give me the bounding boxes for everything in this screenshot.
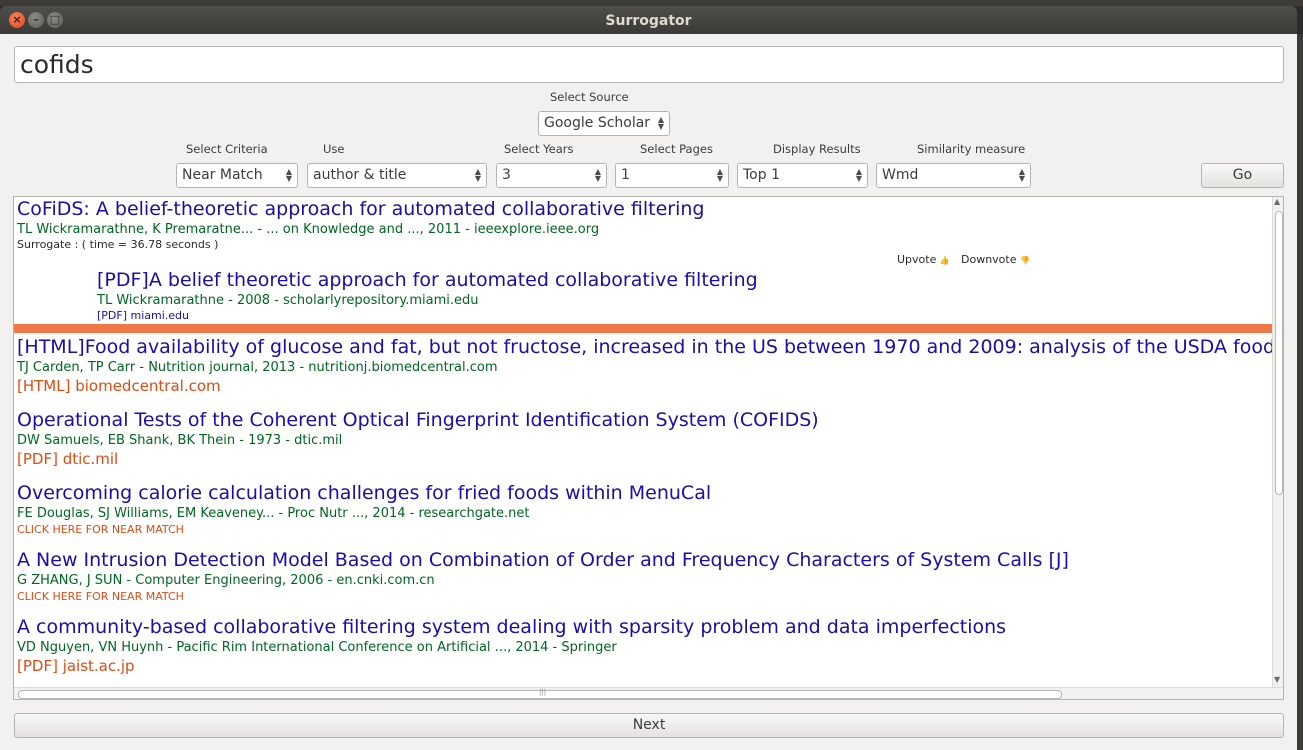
downvote-label: Downvote: [961, 253, 1017, 266]
match-title[interactable]: [PDF]A belief theoretic approach for aut…: [97, 269, 758, 291]
pages-select-value: 1: [621, 167, 630, 183]
near-match-link[interactable]: CLICK HERE FOR NEAR MATCH: [17, 523, 184, 536]
source-select-value: Google Scholar: [544, 115, 651, 131]
spin-arrows-icon: ▲ ▼: [657, 115, 664, 131]
spin-arrows-icon: ▲ ▼: [594, 167, 601, 183]
downvote-button[interactable]: Downvote 👎: [961, 253, 1030, 266]
vertical-scrollbar[interactable]: ▲ ▼: [1272, 197, 1283, 687]
similarity-select-value: Wmd: [882, 167, 919, 183]
years-label: Select Years: [504, 142, 574, 156]
result-title[interactable]: [HTML]Food availability of glucose and f…: [17, 336, 1275, 358]
next-button[interactable]: Next: [14, 713, 1284, 738]
scroll-down-icon[interactable]: ▼: [1274, 675, 1280, 684]
desktop-right-edge: [1297, 34, 1303, 750]
go-button[interactable]: Go: [1201, 163, 1284, 188]
match-meta: TL Wickramarathne - 2008 - scholarlyrepo…: [97, 293, 479, 308]
use-label: Use: [323, 142, 345, 156]
upvote-button[interactable]: Upvote 👍: [897, 253, 950, 266]
result-title[interactable]: A New Intrusion Detection Model Based on…: [17, 549, 1069, 571]
vertical-scroll-thumb[interactable]: [1275, 211, 1283, 495]
use-select[interactable]: author & title ▲ ▼: [307, 163, 487, 188]
spin-arrows-icon: ▲ ▼: [285, 167, 292, 183]
criteria-select[interactable]: Near Match ▲ ▼: [176, 163, 298, 188]
grip-icon: |||: [539, 688, 547, 696]
thumbs-down-icon: 👎: [1020, 256, 1030, 265]
result-title[interactable]: Overcoming calorie calculation challenge…: [17, 482, 711, 504]
search-input[interactable]: cofids: [14, 46, 1284, 83]
spin-arrows-icon: ▲ ▼: [855, 167, 862, 183]
results-panel[interactable]: CoFiDS: A belief-theoretic approach for …: [13, 196, 1284, 700]
result-meta: G ZHANG, J SUN - Computer Engineering, 2…: [17, 573, 435, 588]
spin-arrows-icon: ▲ ▼: [474, 167, 481, 183]
result-meta: FE Douglas, SJ Williams, EM Keaveney... …: [17, 506, 530, 521]
result-link[interactable]: [PDF] dtic.mil: [17, 450, 118, 468]
pages-label: Select Pages: [640, 142, 713, 156]
similarity-select[interactable]: Wmd ▲ ▼: [876, 163, 1031, 188]
spin-arrows-icon: ▲ ▼: [716, 167, 723, 183]
upvote-label: Upvote: [897, 253, 937, 266]
result-title[interactable]: A community-based collaborative filterin…: [17, 616, 1006, 638]
source-select[interactable]: Google Scholar ▲ ▼: [538, 111, 670, 136]
horizontal-scrollbar[interactable]: |||: [14, 687, 1283, 699]
surrogate-title[interactable]: CoFiDS: A belief-theoretic approach for …: [17, 198, 704, 220]
near-match-link[interactable]: CLICK HERE FOR NEAR MATCH: [17, 590, 184, 603]
display-select[interactable]: Top 1 ▲ ▼: [737, 163, 868, 188]
similarity-label: Similarity measure: [917, 142, 1026, 156]
separator-bar: [14, 324, 1272, 333]
criteria-select-value: Near Match: [182, 167, 263, 183]
years-select-value: 3: [502, 167, 511, 183]
surrogate-info: Surrogate : ( time = 36.78 seconds ): [17, 238, 219, 251]
window-titlebar: × – □ Surrogator: [0, 6, 1297, 34]
result-title[interactable]: Operational Tests of the Coherent Optica…: [17, 409, 819, 431]
criteria-label: Select Criteria: [186, 142, 268, 156]
use-select-value: author & title: [313, 167, 407, 183]
window-title: Surrogator: [605, 13, 692, 29]
result-meta: VD Nguyen, VN Huynh - Pacific Rim Intern…: [17, 640, 617, 655]
match-link[interactable]: [PDF] miami.edu: [97, 309, 189, 322]
result-link[interactable]: [HTML] biomedcentral.com: [17, 377, 221, 395]
thumbs-up-icon: 👍: [939, 256, 950, 265]
display-select-value: Top 1: [743, 167, 780, 183]
display-label: Display Results: [773, 142, 861, 156]
source-label: Select Source: [550, 90, 629, 104]
horizontal-scroll-thumb[interactable]: |||: [18, 688, 1062, 699]
years-select[interactable]: 3 ▲ ▼: [496, 163, 607, 188]
surrogate-meta: TL Wickramarathne, K Premaratne... - ...…: [17, 222, 600, 237]
app-window: cofids Select Source Google Scholar ▲ ▼ S…: [0, 34, 1297, 750]
result-meta: TJ Carden, TP Carr - Nutrition journal, …: [17, 360, 498, 375]
pages-select[interactable]: 1 ▲ ▼: [615, 163, 729, 188]
scroll-up-icon[interactable]: ▲: [1274, 197, 1280, 206]
spin-arrows-icon: ▲ ▼: [1018, 167, 1025, 183]
result-meta: DW Samuels, EB Shank, BK Thein - 1973 - …: [17, 433, 343, 448]
result-link[interactable]: [PDF] jaist.ac.jp: [17, 657, 135, 675]
